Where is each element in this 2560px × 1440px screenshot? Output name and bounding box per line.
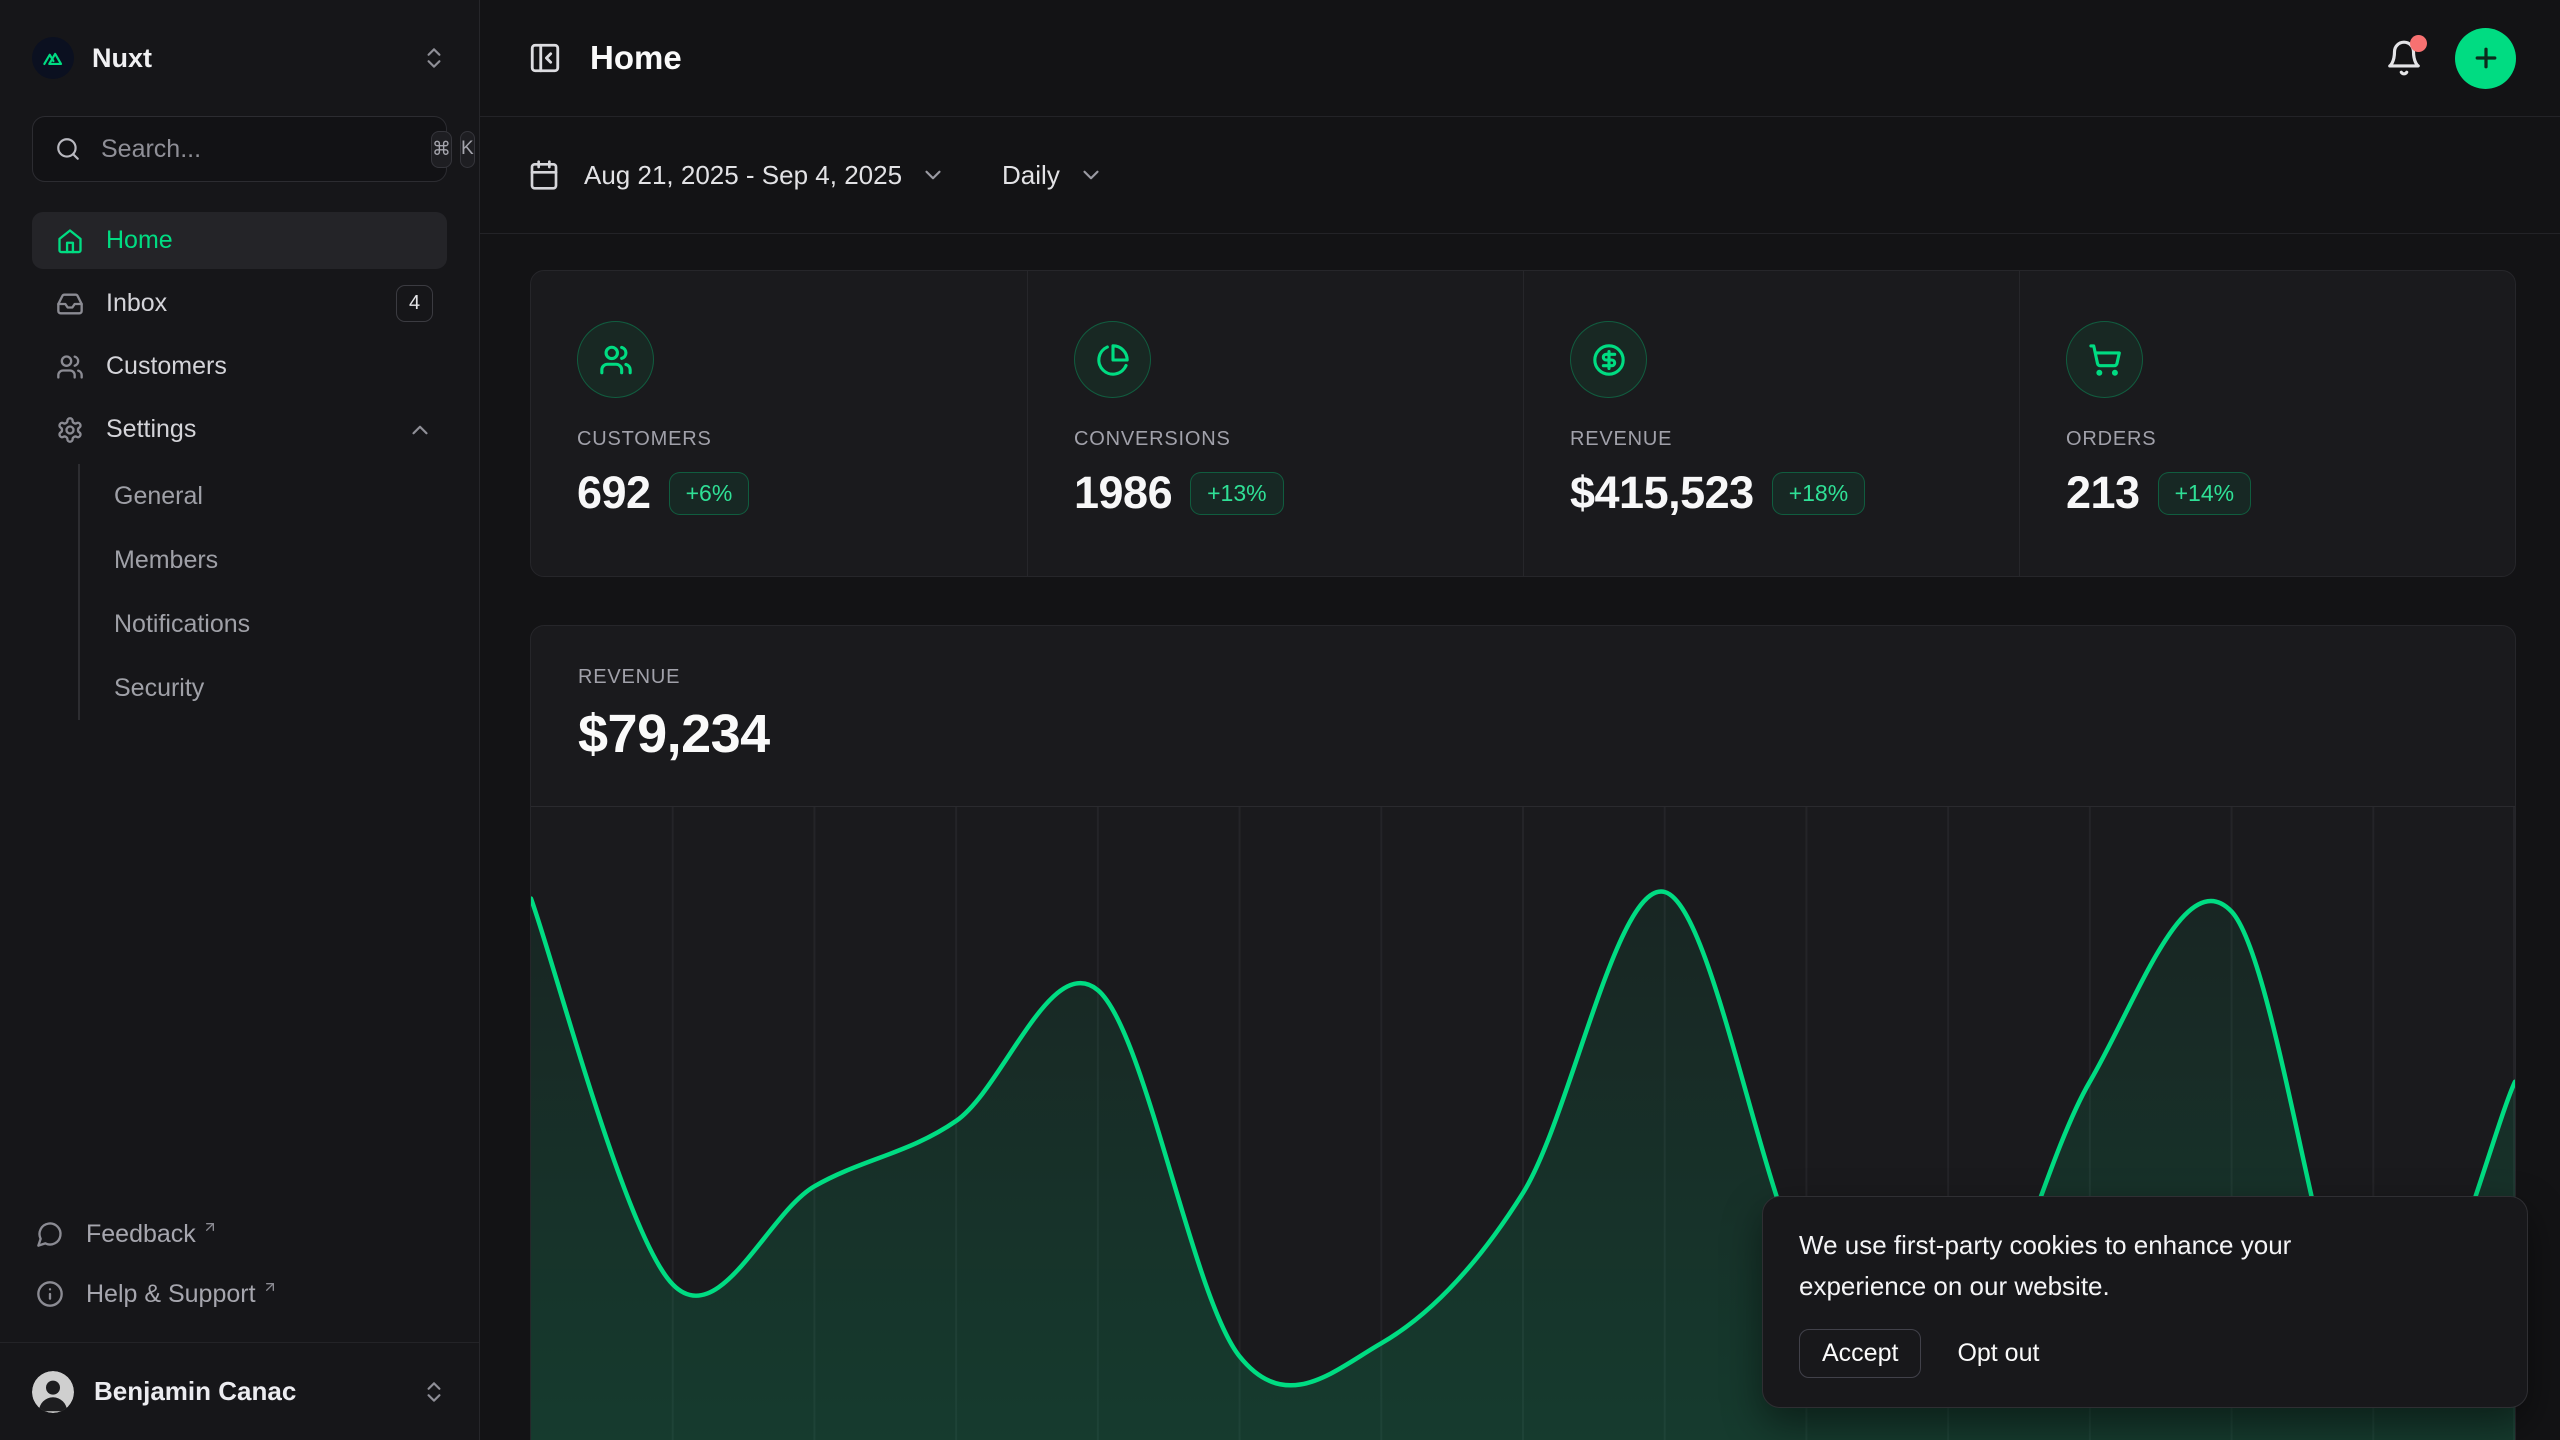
plus-icon <box>2471 43 2501 73</box>
search-icon <box>55 136 81 162</box>
cookie-banner: We use first-party cookies to enhance yo… <box>1762 1196 2528 1408</box>
help-support-link[interactable]: Help & Support <box>32 1264 447 1324</box>
cookie-message: We use first-party cookies to enhance yo… <box>1799 1225 2399 1307</box>
sidebar-footer: Feedback Help & Support <box>32 1204 447 1342</box>
chevrons-up-down-icon <box>421 45 447 71</box>
settings-subnav: General Members Notifications Security <box>78 464 447 720</box>
nuxt-logo-icon <box>32 37 74 79</box>
sidebar-item-label: Settings <box>106 415 407 444</box>
stat-customers[interactable]: CUSTOMERS 692 +6% <box>531 271 1027 576</box>
stat-label: REVENUE <box>1570 428 2019 451</box>
sidebar-subitem-security[interactable]: Security <box>114 656 447 720</box>
circle-dollar-icon <box>1570 321 1647 398</box>
user-name: Benjamin Canac <box>94 1376 421 1407</box>
gear-icon <box>56 416 84 444</box>
avatar <box>32 1371 74 1413</box>
message-bubble-icon <box>36 1220 64 1248</box>
subnav-label: Notifications <box>114 610 250 639</box>
inbox-icon <box>56 290 84 318</box>
sidebar: Nuxt ⌘ K Home <box>0 0 480 1440</box>
sidebar-item-label: Home <box>106 226 433 255</box>
chevrons-up-down-icon <box>421 1379 447 1405</box>
stat-value: 1986 <box>1074 467 1172 519</box>
revenue-chart-value: $79,234 <box>578 703 2468 765</box>
sidebar-item-label: Inbox <box>106 289 396 318</box>
stat-revenue[interactable]: REVENUE $415,523 +18% <box>1523 271 2019 576</box>
stat-delta-badge: +6% <box>669 472 750 515</box>
stat-label: ORDERS <box>2066 428 2515 451</box>
team-name: Nuxt <box>92 43 421 74</box>
search-box[interactable]: ⌘ K <box>32 116 447 182</box>
cookie-accept-button[interactable]: Accept <box>1799 1329 1921 1378</box>
external-link-icon <box>262 1279 278 1295</box>
sidebar-subitem-notifications[interactable]: Notifications <box>114 592 447 656</box>
info-circle-icon <box>36 1280 64 1308</box>
date-range-label: Aug 21, 2025 - Sep 4, 2025 <box>584 160 902 191</box>
stats-card: CUSTOMERS 692 +6% CONVERSIONS 1986 +13% <box>530 270 2516 577</box>
sidebar-item-inbox[interactable]: Inbox 4 <box>32 275 447 332</box>
toolbar: Aug 21, 2025 - Sep 4, 2025 Daily <box>480 117 2560 234</box>
page-title: Home <box>590 39 2385 77</box>
notifications-button[interactable] <box>2385 39 2423 77</box>
cookie-optout-button[interactable]: Opt out <box>1957 1330 2039 1377</box>
subnav-label: Security <box>114 674 204 703</box>
sidebar-nav: Home Inbox 4 Customers <box>32 212 447 720</box>
sidebar-item-home[interactable]: Home <box>32 212 447 269</box>
notification-dot <box>2410 35 2427 52</box>
subnav-label: General <box>114 482 203 511</box>
stat-value: $415,523 <box>1570 467 1754 519</box>
shopping-cart-icon <box>2066 321 2143 398</box>
pie-chart-icon <box>1074 321 1151 398</box>
collapse-sidebar-button[interactable] <box>528 41 562 75</box>
kbd-meta: ⌘ <box>431 131 452 168</box>
stat-label: CONVERSIONS <box>1074 428 1523 451</box>
stat-label: CUSTOMERS <box>577 428 1027 451</box>
feedback-link[interactable]: Feedback <box>32 1204 447 1264</box>
sidebar-item-customers[interactable]: Customers <box>32 338 447 395</box>
add-button[interactable] <box>2455 28 2516 89</box>
sidebar-subitem-members[interactable]: Members <box>114 528 447 592</box>
chevron-up-icon <box>407 417 433 443</box>
sidebar-item-settings[interactable]: Settings <box>32 401 447 458</box>
stat-conversions[interactable]: CONVERSIONS 1986 +13% <box>1027 271 1523 576</box>
granularity-select[interactable]: Daily <box>1002 160 1104 191</box>
chevron-down-icon <box>1078 162 1104 188</box>
subnav-label: Members <box>114 546 218 575</box>
kbd-k: K <box>460 131 475 168</box>
home-icon <box>56 227 84 255</box>
stat-delta-badge: +13% <box>1190 472 1283 515</box>
sidebar-item-label: Customers <box>106 352 433 381</box>
search-input[interactable] <box>101 135 423 164</box>
users-icon <box>56 353 84 381</box>
sidebar-subitem-general[interactable]: General <box>114 464 447 528</box>
main-header: Home <box>480 0 2560 117</box>
inbox-count-badge: 4 <box>396 285 433 322</box>
revenue-chart-label: REVENUE <box>578 666 2468 689</box>
users-icon <box>577 321 654 398</box>
user-menu[interactable]: Benjamin Canac <box>0 1342 479 1440</box>
granularity-label: Daily <box>1002 160 1060 191</box>
feedback-label: Feedback <box>86 1220 196 1249</box>
date-range-picker[interactable]: Aug 21, 2025 - Sep 4, 2025 <box>528 159 946 191</box>
stat-orders[interactable]: ORDERS 213 +14% <box>2019 271 2515 576</box>
stat-value: 692 <box>577 467 651 519</box>
help-support-label: Help & Support <box>86 1280 256 1309</box>
external-link-icon <box>202 1219 218 1235</box>
team-switcher[interactable]: Nuxt <box>32 26 447 90</box>
calendar-icon <box>528 159 560 191</box>
stat-delta-badge: +18% <box>1772 472 1865 515</box>
chevron-down-icon <box>920 162 946 188</box>
stat-delta-badge: +14% <box>2158 472 2251 515</box>
stat-value: 213 <box>2066 467 2140 519</box>
